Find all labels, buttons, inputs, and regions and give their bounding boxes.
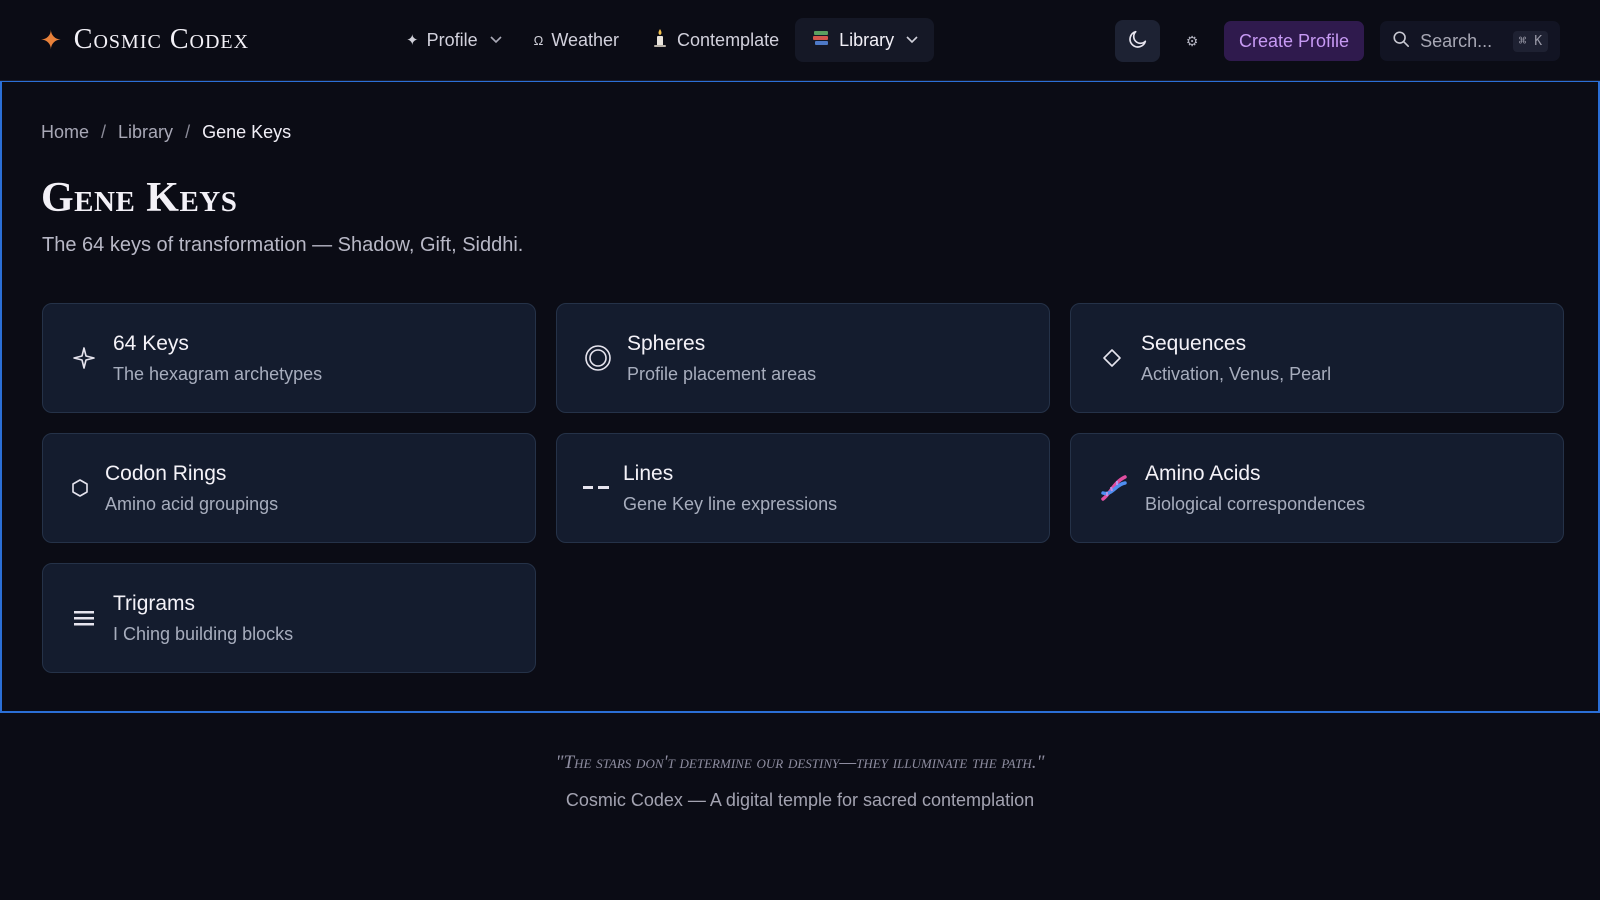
card-amino-acids[interactable]: Amino Acids Biological correspondences — [1070, 433, 1564, 543]
moon-icon — [1127, 28, 1149, 55]
nav-profile[interactable]: ✦ Profile — [390, 18, 518, 62]
card-codon-rings[interactable]: Codon Rings Amino acid groupings — [42, 433, 536, 543]
brand-logo[interactable]: ✦ Cosmic Codex — [40, 22, 249, 58]
hexagon-icon — [69, 478, 91, 498]
create-profile-button[interactable]: Create Profile — [1224, 21, 1365, 61]
page-title: Gene Keys — [41, 175, 238, 221]
footer-quote: "The stars don't determine our destiny—t… — [555, 752, 1045, 773]
card-title: Sequences — [1141, 331, 1247, 355]
breadcrumb-library[interactable]: Library — [118, 122, 173, 143]
card-description: I Ching building blocks — [113, 623, 294, 644]
nav-weather[interactable]: Ω Weather — [518, 18, 635, 62]
sphere-icon — [583, 344, 613, 372]
card-description: Profile placement areas — [627, 363, 817, 384]
card-title: 64 Keys — [113, 331, 189, 355]
broken-line-icon — [583, 485, 609, 491]
candle-icon — [651, 28, 669, 52]
breadcrumb-separator: / — [185, 122, 191, 142]
sparkle-icon — [69, 346, 99, 370]
card-title: Trigrams — [113, 591, 196, 615]
search-icon — [1392, 30, 1410, 53]
gear-icon: ⚙ — [1185, 32, 1199, 49]
footer-tagline: Cosmic Codex — A digital temple for sacr… — [565, 790, 1035, 810]
settings-button[interactable]: ⚙ — [1172, 20, 1212, 62]
dna-icon — [1097, 472, 1131, 504]
brand-name: Cosmic Codex — [73, 24, 250, 55]
page-subtitle: The 64 keys of transformation — Shadow, … — [42, 234, 524, 256]
card-sequences[interactable]: Sequences Activation, Venus, Pearl — [1070, 303, 1564, 413]
card-title: Codon Rings — [105, 461, 227, 485]
card-title: Amino Acids — [1145, 461, 1261, 485]
nav-weather-label: Weather — [551, 29, 620, 50]
card-trigrams[interactable]: Trigrams I Ching building blocks — [42, 563, 536, 673]
card-lines[interactable]: Lines Gene Key line expressions — [556, 433, 1050, 543]
card-title: Lines — [623, 461, 674, 485]
sparkle-icon: ✦ — [406, 32, 419, 49]
search-placeholder: Search... — [1420, 30, 1493, 51]
card-description: Biological correspondences — [1145, 493, 1366, 514]
nav-actions: ⚙ Create Profile Search... ⌘ K — [1115, 20, 1561, 62]
card-64-keys[interactable]: 64 Keys The hexagram archetypes — [42, 303, 536, 413]
breadcrumb: Home / Library / Gene Keys — [41, 122, 291, 143]
books-icon — [811, 28, 831, 53]
nav-contemplate-label: Contemplate — [677, 29, 780, 50]
card-description: Gene Key line expressions — [623, 493, 838, 514]
nav-library-label: Library — [839, 29, 895, 50]
nav-library[interactable]: Library — [795, 18, 935, 62]
search-button[interactable]: Search... ⌘ K — [1380, 21, 1561, 61]
card-spheres[interactable]: Spheres Profile placement areas — [556, 303, 1050, 413]
star-icon: ✦ — [40, 25, 62, 55]
nav-profile-label: Profile — [426, 29, 478, 50]
omega-icon: Ω — [533, 32, 544, 48]
search-shortcut: ⌘ K — [1512, 30, 1549, 52]
breadcrumb-home[interactable]: Home — [41, 122, 89, 143]
top-navbar: ✦ Cosmic Codex ✦ Profile Ω Weather Conte… — [0, 0, 1600, 81]
breadcrumb-separator: / — [101, 122, 107, 142]
main-nav: ✦ Profile Ω Weather Contemplate Library — [390, 18, 935, 62]
card-description: Amino acid groupings — [105, 493, 279, 514]
card-description: Activation, Venus, Pearl — [1141, 363, 1332, 384]
nav-contemplate[interactable]: Contemplate — [635, 18, 795, 62]
chevron-down-icon — [490, 33, 502, 47]
card-title: Spheres — [627, 331, 706, 355]
breadcrumb-current: Gene Keys — [202, 122, 292, 142]
trigram-icon — [69, 609, 99, 627]
theme-toggle-button[interactable] — [1115, 20, 1160, 62]
main-content: Home / Library / Gene Keys Gene Keys The… — [0, 81, 1600, 713]
card-description: The hexagram archetypes — [113, 363, 323, 384]
chevron-down-icon — [906, 33, 918, 47]
diamond-icon — [1097, 348, 1127, 368]
